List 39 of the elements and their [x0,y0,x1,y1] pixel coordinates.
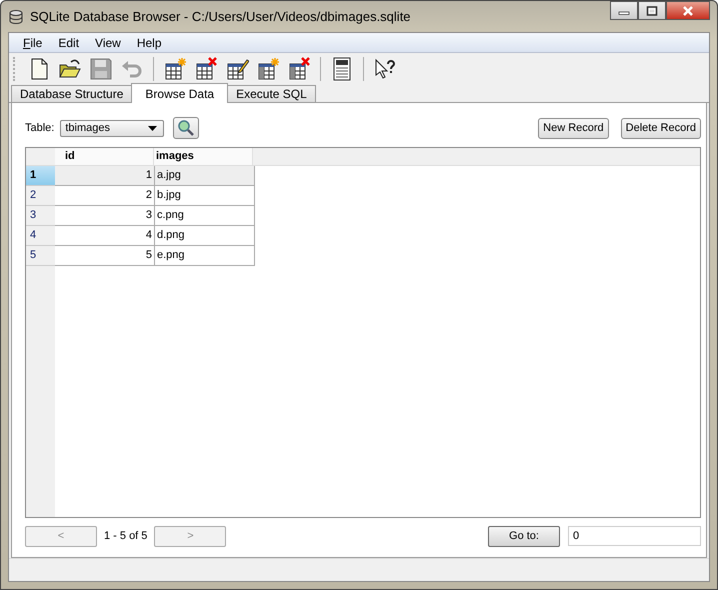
maximize-icon [646,6,658,16]
table-cell: 3 [55,206,155,226]
column-header[interactable]: id [55,148,154,165]
table-cell: 5 [55,246,155,266]
close-button[interactable] [666,1,710,20]
table-cell: 2 [55,186,155,206]
tab[interactable]: Database Structure [11,85,132,102]
menu-item[interactable]: File [15,36,50,50]
menu-item[interactable]: View [87,36,129,50]
menu-item[interactable]: Help [128,36,170,50]
new-record-button[interactable]: New Record [538,118,609,138]
close-icon [681,4,695,16]
record-range: 1 - 5 of 5 [104,530,148,542]
table-cell: 4 [55,226,155,246]
row-header[interactable]: 5 [26,246,55,266]
table-cell: c.png [155,206,255,226]
table-cell: e.png [155,246,255,266]
dropdown-arrow-icon [148,126,158,130]
table-dropdown[interactable]: tbimages [60,120,164,136]
search-button[interactable] [173,117,200,139]
row-header[interactable]: 3 [26,206,55,226]
table-cell: a.jpg [155,166,255,186]
row-header[interactable]: 1 [26,166,55,186]
table-cell: 1 [55,166,155,186]
row-header[interactable]: 4 [26,226,55,246]
window-title: SQLite Database Browser - C:/Users/User/Videos/dbimages.sqlite [30,9,411,24]
database-icon [8,8,24,24]
minimize-button[interactable] [610,1,638,20]
table-cell: d.png [155,226,255,246]
go-to-button[interactable]: Go to: [488,526,560,546]
go-to-field[interactable]: 0 [568,526,701,546]
tab[interactable]: Execute SQL [227,85,316,102]
table-label: Table: [25,122,54,134]
delete-record-button[interactable]: Delete Record [620,118,701,138]
table-cell: b.jpg [155,186,255,206]
menu-item[interactable]: Edit [50,36,88,50]
maximize-button[interactable] [638,1,666,20]
tab[interactable]: Browse Data [131,83,228,103]
row-header[interactable]: 2 [26,186,55,206]
